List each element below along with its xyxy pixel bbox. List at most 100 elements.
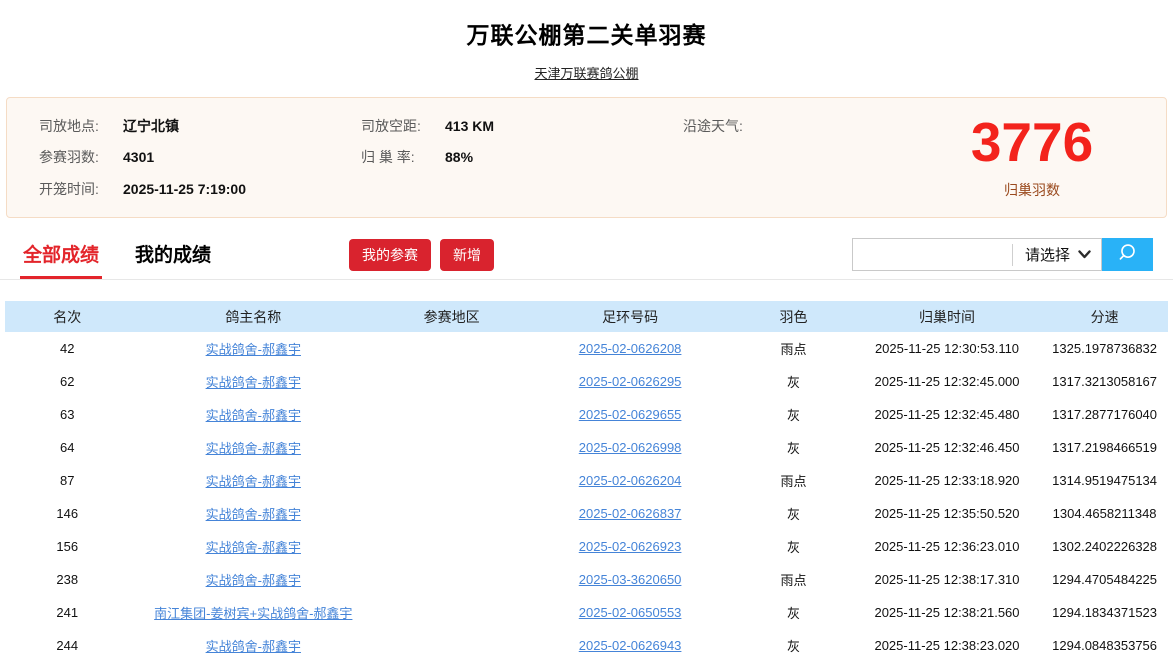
owner-link[interactable]: 实战鸽舍-郝鑫宇 (206, 375, 301, 390)
owner-link[interactable]: 实战鸽舍-郝鑫宇 (206, 573, 301, 588)
owner-link[interactable]: 实战鸽舍-郝鑫宇 (206, 474, 301, 489)
search-combo: 请选择 (852, 238, 1102, 271)
rank-cell: 156 (5, 530, 129, 563)
filter-select-value: 请选择 (1025, 244, 1070, 265)
info-label: 归 巢 率: (361, 147, 437, 167)
feather-color-cell: 灰 (734, 398, 853, 431)
owner-link[interactable]: 实战鸽舍-郝鑫宇 (206, 507, 301, 522)
return-time-cell: 2025-11-25 12:32:45.000 (853, 365, 1041, 398)
region-cell (377, 497, 526, 530)
region-cell (377, 563, 526, 596)
ring-cell: 2025-02-0626943 (526, 629, 734, 662)
info-label: 沿途天气: (683, 116, 759, 136)
ring-cell: 2025-02-0650553 (526, 596, 734, 629)
region-cell (377, 398, 526, 431)
info-value: 88% (445, 149, 473, 165)
table-row: 146 实战鸽舍-郝鑫宇 2025-02-0626837 灰 2025-11-2… (5, 497, 1168, 530)
tab-my-results[interactable]: 我的成绩 (132, 230, 214, 279)
table-row: 241 南江集团-姜树宾+实战鸽舍-郝鑫宇 2025-02-0650553 灰 … (5, 596, 1168, 629)
ring-number-link[interactable]: 2025-02-0626943 (579, 638, 682, 653)
ring-cell: 2025-02-0626204 (526, 464, 734, 497)
owner-cell: 实战鸽舍-郝鑫宇 (129, 332, 377, 365)
col-header-owner: 鸽主名称 (129, 301, 377, 332)
info-value: 413 KM (445, 118, 494, 134)
return-time-cell: 2025-11-25 12:35:50.520 (853, 497, 1041, 530)
feather-color-cell: 灰 (734, 629, 853, 662)
chevron-down-icon (1078, 246, 1091, 263)
loft-link[interactable]: 天津万联赛鸽公棚 (534, 63, 638, 82)
race-info-grid: 司放地点: 辽宁北镇 司放空距: 413 KM 沿途天气: 参赛羽数: 4301… (7, 98, 926, 217)
speed-cell: 1302.2402226328 (1041, 530, 1168, 563)
owner-cell: 实战鸽舍-郝鑫宇 (129, 497, 377, 530)
filter-select[interactable]: 请选择 (1013, 244, 1101, 265)
speed-cell: 1314.9519475134 (1041, 464, 1168, 497)
owner-link[interactable]: 实战鸽舍-郝鑫宇 (206, 441, 301, 456)
ring-number-link[interactable]: 2025-02-0626923 (579, 539, 682, 554)
rank-cell: 62 (5, 365, 129, 398)
col-header-region: 参赛地区 (377, 301, 526, 332)
col-header-ring-number: 足环号码 (526, 301, 734, 332)
returned-birds-block: 3776 归巢羽数 (926, 98, 1166, 217)
rank-cell: 63 (5, 398, 129, 431)
returned-count-label: 归巢羽数 (1004, 180, 1060, 200)
search-group: 请选择 (852, 238, 1153, 271)
add-new-button[interactable]: 新增 (440, 239, 494, 271)
my-entries-button[interactable]: 我的参赛 (349, 239, 431, 271)
region-cell (377, 332, 526, 365)
feather-color-cell: 灰 (734, 596, 853, 629)
owner-link[interactable]: 实战鸽舍-郝鑫宇 (206, 408, 301, 423)
info-value: 2025-11-25 7:19:00 (123, 181, 246, 197)
ring-number-link[interactable]: 2025-02-0626208 (579, 341, 682, 356)
ring-number-link[interactable]: 2025-03-3620650 (579, 572, 682, 587)
search-button[interactable] (1102, 238, 1153, 271)
ring-number-link[interactable]: 2025-02-0626837 (579, 506, 682, 521)
tab-all-results[interactable]: 全部成绩 (20, 230, 102, 279)
rank-cell: 146 (5, 497, 129, 530)
header-row: 名次 鸽主名称 参赛地区 足环号码 羽色 归巢时间 分速 (5, 301, 1168, 332)
speed-cell: 1304.4658211348 (1041, 497, 1168, 530)
table-row: 63 实战鸽舍-郝鑫宇 2025-02-0629655 灰 2025-11-25… (5, 398, 1168, 431)
ring-number-link[interactable]: 2025-02-0629655 (579, 407, 682, 422)
ring-number-link[interactable]: 2025-02-0626295 (579, 374, 682, 389)
col-header-speed: 分速 (1041, 301, 1168, 332)
info-label: 开笼时间: (39, 179, 115, 199)
toolbar: 全部成绩 我的成绩 我的参赛 新增 请选择 (0, 230, 1173, 280)
search-input[interactable] (853, 239, 1012, 270)
magnifier-icon (1116, 242, 1139, 268)
owner-link[interactable]: 实战鸽舍-郝鑫宇 (206, 540, 301, 555)
return-time-cell: 2025-11-25 12:38:17.310 (853, 563, 1041, 596)
owner-cell: 实战鸽舍-郝鑫宇 (129, 629, 377, 662)
returned-count: 3776 (971, 115, 1093, 170)
info-value: 4301 (123, 149, 154, 165)
info-field-release-time: 开笼时间: 2025-11-25 7:19:00 (39, 179, 361, 199)
info-field-return-rate: 归 巢 率: 88% (361, 147, 683, 167)
feather-color-cell: 雨点 (734, 464, 853, 497)
owner-link[interactable]: 实战鸽舍-郝鑫宇 (206, 639, 301, 654)
info-field-entered-birds: 参赛羽数: 4301 (39, 147, 361, 167)
table-row: 87 实战鸽舍-郝鑫宇 2025-02-0626204 雨点 2025-11-2… (5, 464, 1168, 497)
ring-number-link[interactable]: 2025-02-0650553 (579, 605, 682, 620)
table-row: 42 实战鸽舍-郝鑫宇 2025-02-0626208 雨点 2025-11-2… (5, 332, 1168, 365)
owner-link[interactable]: 实战鸽舍-郝鑫宇 (206, 342, 301, 357)
owner-link[interactable]: 南江集团-姜树宾+实战鸽舍-郝鑫宇 (154, 606, 352, 621)
region-cell (377, 629, 526, 662)
info-label: 司放地点: (39, 116, 115, 136)
rank-cell: 64 (5, 431, 129, 464)
info-field-release-location: 司放地点: 辽宁北镇 (39, 116, 361, 136)
ring-cell: 2025-02-0626837 (526, 497, 734, 530)
ring-number-link[interactable]: 2025-02-0626204 (579, 473, 682, 488)
owner-cell: 实战鸽舍-郝鑫宇 (129, 530, 377, 563)
owner-cell: 实战鸽舍-郝鑫宇 (129, 365, 377, 398)
ring-cell: 2025-02-0629655 (526, 398, 734, 431)
col-header-rank: 名次 (5, 301, 129, 332)
info-field-weather: 沿途天气: (683, 116, 926, 136)
region-cell (377, 530, 526, 563)
feather-color-cell: 雨点 (734, 563, 853, 596)
info-field-release-distance: 司放空距: 413 KM (361, 116, 683, 136)
speed-cell: 1294.4705484225 (1041, 563, 1168, 596)
page-header: 万联公棚第二关单羽赛 天津万联赛鸽公棚 (0, 0, 1173, 83)
ring-cell: 2025-02-0626208 (526, 332, 734, 365)
region-cell (377, 596, 526, 629)
speed-cell: 1317.2877176040 (1041, 398, 1168, 431)
ring-number-link[interactable]: 2025-02-0626998 (579, 440, 682, 455)
